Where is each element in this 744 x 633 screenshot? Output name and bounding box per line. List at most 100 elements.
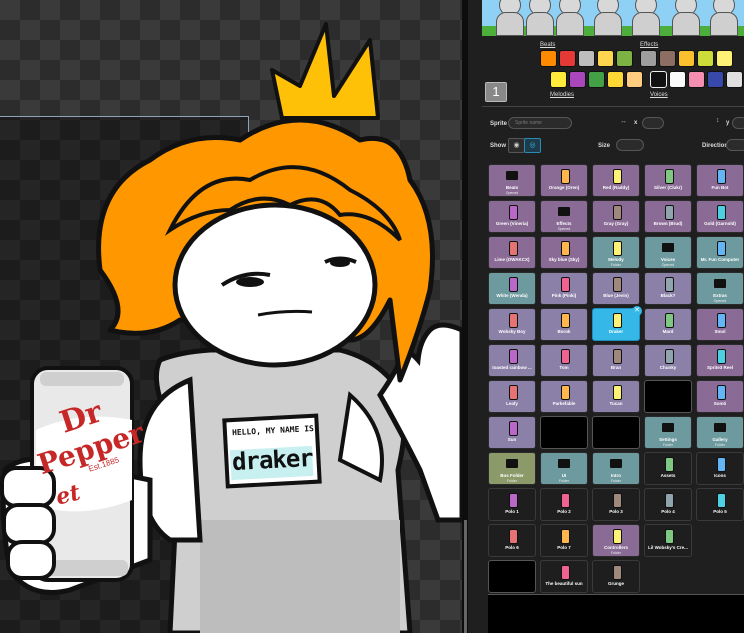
sprite-tile[interactable]: Polo 7	[540, 524, 588, 557]
sprite-tile[interactable]: Assets	[644, 452, 692, 485]
sprite-tile[interactable]: Tucan	[592, 380, 640, 413]
category-melodies-label[interactable]: Melodies	[550, 92, 574, 98]
crown-icon	[270, 22, 380, 120]
sprite-tile[interactable]: Somti	[696, 380, 744, 413]
sprite-tile[interactable]: Leafy	[488, 380, 536, 413]
sprite-tile[interactable]: Beats Opened	[488, 164, 536, 197]
sprite-tile[interactable]: Brown (Brud)	[644, 200, 692, 233]
sprite-tile[interactable]: Smol	[696, 308, 744, 341]
sprite-tile[interactable]: Tom	[540, 344, 588, 377]
sprite-tile[interactable]: Sun	[488, 416, 536, 449]
sprite-tile[interactable]: Wobsky Boy	[488, 308, 536, 341]
melody-sky-icon[interactable]	[550, 71, 567, 88]
sprite-tile[interactable]: Polo 3	[592, 488, 640, 521]
sprite-tile[interactable]: Polo 1	[488, 488, 536, 521]
effect-extra-icon[interactable]	[716, 50, 733, 67]
sprite-tile[interactable]: Intro Folder	[592, 452, 640, 485]
sprite-tile[interactable]	[592, 416, 640, 449]
sprite-tile[interactable]: Grunge	[592, 560, 640, 593]
sprite-tile[interactable]	[540, 416, 588, 449]
sprite-tile[interactable]: The beautiful sun	[540, 560, 588, 593]
sprite-tile[interactable]: Polo 4	[644, 488, 692, 521]
beat-orange-icon[interactable]	[540, 50, 557, 67]
show-visible-toggle[interactable]: ◉	[508, 138, 525, 153]
sprite-tile[interactable]: Mr. Fun Computer	[696, 236, 744, 269]
effect-gray-icon[interactable]	[640, 50, 657, 67]
stage-canvas[interactable]: HELLO, MY NAME IS draker Dr Pepper Est.1…	[0, 0, 464, 633]
sprite-tile[interactable]: Red (Raddy)	[592, 164, 640, 197]
sprite-tile[interactable]: White (Wenda)	[488, 272, 536, 305]
melody-tan-icon[interactable]	[626, 71, 643, 88]
voice-pink-icon[interactable]	[688, 71, 705, 88]
sprite-tile[interactable]: Blue (Jevin)	[592, 272, 640, 305]
sprite-tile[interactable]: Bran	[592, 344, 640, 377]
sprite-tile[interactable]: Settings Folder	[644, 416, 692, 449]
effect-brown-icon[interactable]	[659, 50, 676, 67]
beat-green-icon[interactable]	[616, 50, 633, 67]
sprite-tile[interactable]: Extras Opened	[696, 272, 744, 305]
voice-blue-icon[interactable]	[707, 71, 724, 88]
effect-lime-icon[interactable]	[697, 50, 714, 67]
sprite-tile[interactable]	[644, 380, 692, 413]
sprite-tile[interactable]: Sprite3 Reel	[696, 344, 744, 377]
y-input[interactable]	[732, 117, 744, 129]
sprite-tile[interactable]: Black?	[644, 272, 692, 305]
sprite-tile[interactable]: Effects Opened	[540, 200, 588, 233]
sprite-tile[interactable]: Silver (Clukr)	[644, 164, 692, 197]
category-beats-label[interactable]: Beats	[540, 42, 555, 48]
sprite-tile[interactable]: Orange (Oren)	[540, 164, 588, 197]
sprite-tile-label: Polo 5	[713, 509, 727, 514]
divider-grip[interactable]	[464, 520, 467, 633]
sprite-tile[interactable]: Polo 6	[488, 524, 536, 557]
category-effects-label[interactable]: Effects	[640, 42, 658, 48]
melody-yellow-icon[interactable]	[607, 71, 624, 88]
beat-red-icon[interactable]	[559, 50, 576, 67]
sprite-tile-label: Borok	[557, 329, 571, 334]
voice-white-icon[interactable]	[669, 71, 686, 88]
sprite-tile[interactable]: toasted rainbow ...	[488, 344, 536, 377]
sprite-tile[interactable]: Lil Wobsky's Cre...	[644, 524, 692, 557]
direction-input[interactable]	[726, 139, 744, 151]
sprite-tile[interactable]: Melody Folder	[592, 236, 640, 269]
stage-thumbnail-area[interactable]	[488, 594, 744, 633]
sprite-name-input[interactable]: Sprite name	[508, 117, 572, 129]
sprite-tile[interactable]: Polo 2	[540, 488, 588, 521]
x-input[interactable]	[642, 117, 664, 129]
size-input[interactable]	[616, 139, 644, 151]
sprite-tile[interactable]: Gray (Gray)	[592, 200, 640, 233]
sprite-tile[interactable]: Parkefable	[540, 380, 588, 413]
category-voices-label[interactable]: Voices	[650, 92, 668, 98]
voice-black-icon[interactable]	[650, 71, 667, 88]
sprite-tile[interactable]: UI Folder	[540, 452, 588, 485]
horizontal-arrows-icon: ↔	[620, 118, 627, 125]
sprite-tile[interactable]: Fun Bot	[696, 164, 744, 197]
show-hidden-toggle[interactable]: ◎	[524, 138, 541, 153]
melody-green-icon[interactable]	[588, 71, 605, 88]
sprite-tile[interactable]: Mard	[644, 308, 692, 341]
sprite-delete-icon[interactable]: ✕	[632, 306, 642, 316]
sprite-tile[interactable]: Chunky	[644, 344, 692, 377]
melody-pink-icon[interactable]	[569, 71, 586, 88]
beat-silver-icon[interactable]	[578, 50, 595, 67]
sprite-tile[interactable]: Lime (OWAKCX)	[488, 236, 536, 269]
voice-gray-icon[interactable]	[726, 71, 743, 88]
sprite-tile[interactable]: Icons	[696, 452, 744, 485]
sprite-tile[interactable]: Controllers Folder	[592, 524, 640, 557]
sprite-tile-label: toasted rainbow ...	[492, 365, 532, 370]
sprite-tile[interactable]: Voices Opened	[644, 236, 692, 269]
sprite-tile[interactable]: Gold (Garnold)	[696, 200, 744, 233]
character-icon	[509, 313, 518, 328]
page-number-button[interactable]: 1	[485, 82, 507, 102]
sprite-tile[interactable]	[488, 560, 536, 593]
sprite-tile[interactable]: Bos Folder Folder	[488, 452, 536, 485]
sprite-tile-label: Polo 1	[505, 509, 519, 514]
character-icon	[613, 529, 622, 544]
sprite-tile[interactable]: Borok	[540, 308, 588, 341]
sprite-tile[interactable]: Gallery Folder	[696, 416, 744, 449]
beat-funbot-icon[interactable]	[597, 50, 614, 67]
sprite-tile[interactable]: Sky blue (Sky)	[540, 236, 588, 269]
effect-gold-icon[interactable]	[678, 50, 695, 67]
sprite-tile[interactable]: Pink (Pinki)	[540, 272, 588, 305]
sprite-tile[interactable]: Green (Vineria)	[488, 200, 536, 233]
sprite-tile[interactable]: Polo 5	[696, 488, 744, 521]
